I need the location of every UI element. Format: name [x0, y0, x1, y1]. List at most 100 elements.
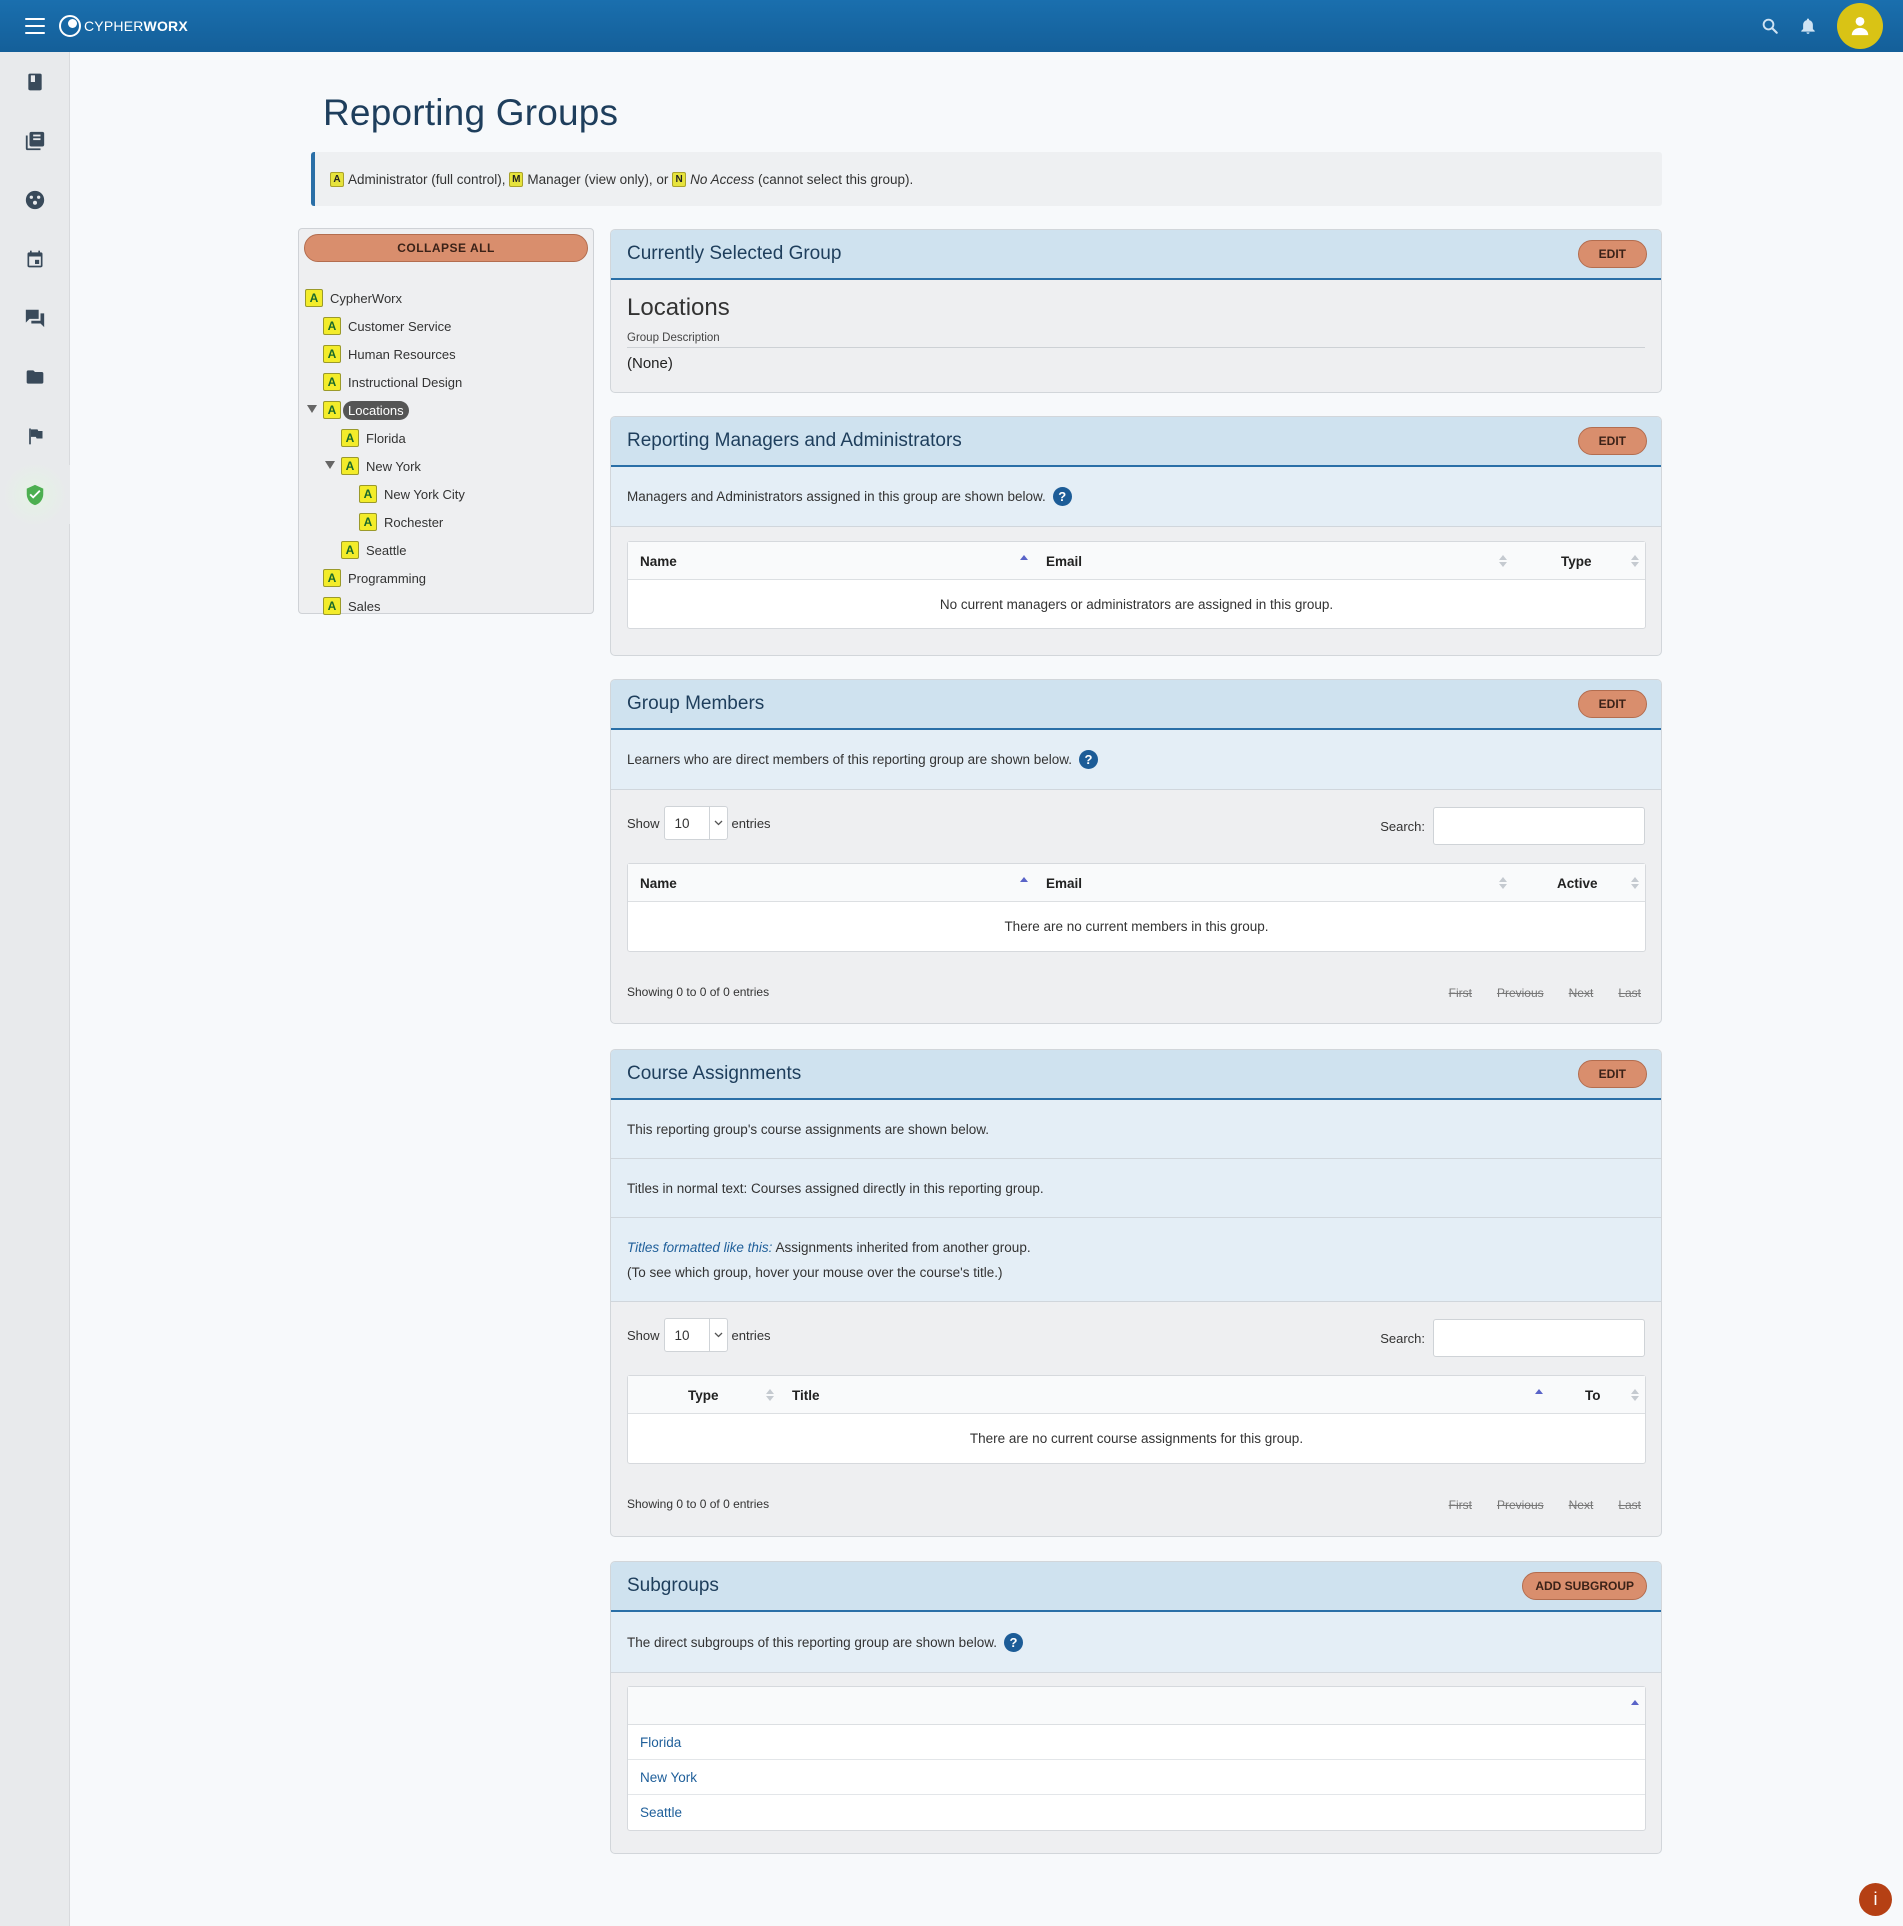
column-header-active[interactable]: Active	[1557, 864, 1637, 902]
entries-label: entries	[731, 815, 771, 831]
entries-per-page-select[interactable]: 10	[663, 806, 728, 840]
column-header-name[interactable]: Name	[640, 542, 1035, 580]
cypherworx-logo[interactable]: CYPHER WORX	[59, 15, 188, 37]
tree-item-programming[interactable]: A Programming	[323, 567, 426, 589]
column-header-subgroup[interactable]	[628, 1687, 1645, 1725]
courses-info-text: Assignments inherited from another group…	[772, 1239, 1031, 1255]
tree-item-locations[interactable]: A Locations	[307, 399, 409, 421]
nav-reports[interactable]	[0, 406, 70, 465]
bell-icon[interactable]	[1789, 7, 1827, 45]
user-avatar[interactable]	[1837, 3, 1883, 49]
sort-icon[interactable]	[1631, 555, 1639, 567]
tree-item-rochester[interactable]: A Rochester	[359, 511, 443, 533]
courses-table: Type Title To There are no current cours…	[627, 1375, 1646, 1464]
help-icon[interactable]: ?	[1003, 1632, 1023, 1652]
members-card: Group Members EDIT Learners who are dire…	[610, 679, 1662, 1024]
sort-asc-icon[interactable]	[1020, 555, 1028, 567]
menu-icon[interactable]	[25, 18, 45, 34]
entries-value: 10	[674, 1327, 690, 1343]
admin-badge-icon: A	[323, 317, 341, 335]
tree-item-florida[interactable]: A Florida	[341, 427, 406, 449]
add-subgroup-button[interactable]: ADD SUBGROUP	[1522, 1572, 1647, 1600]
pager-next[interactable]: Next	[1569, 986, 1594, 1000]
nav-admin[interactable]	[0, 465, 70, 524]
tree-item-new-york-city[interactable]: A New York City	[359, 483, 465, 505]
edit-courses-button[interactable]: EDIT	[1577, 1060, 1647, 1088]
sort-asc-icon[interactable]	[1535, 1389, 1543, 1401]
sort-asc-icon[interactable]	[1020, 877, 1028, 889]
members-search-input[interactable]	[1433, 807, 1645, 845]
nav-forum[interactable]	[0, 288, 70, 347]
sort-icon[interactable]	[766, 1389, 774, 1401]
sort-icon[interactable]	[1499, 555, 1507, 567]
tree-item-sales[interactable]: A Sales	[323, 595, 381, 617]
card-title: Group Members	[627, 693, 765, 714]
column-header-title[interactable]: Title	[792, 1376, 1532, 1414]
courses-info-text: This reporting group's course assignment…	[627, 1121, 990, 1137]
sort-asc-icon[interactable]	[1631, 1700, 1639, 1712]
show-label: Show	[627, 815, 660, 831]
column-header-type[interactable]: Type	[1561, 542, 1641, 580]
nav-library[interactable]	[0, 111, 70, 170]
admin-badge-icon: A	[323, 373, 341, 391]
edit-members-button[interactable]: EDIT	[1577, 690, 1647, 718]
pager-first[interactable]: First	[1449, 1498, 1472, 1512]
nav-skills[interactable]	[0, 170, 70, 229]
manager-legend-label: Manager	[527, 171, 581, 187]
column-header-email[interactable]: Email	[1046, 542, 1516, 580]
tree-item-cypherworx[interactable]: A CypherWorx	[305, 287, 402, 309]
card-title: Course Assignments	[627, 1063, 802, 1084]
noaccess-legend-desc: (cannot select this group).	[754, 171, 914, 187]
column-header-email[interactable]: Email	[1046, 864, 1516, 902]
admin-badge-icon: A	[341, 429, 359, 447]
nav-calendar[interactable]	[0, 229, 70, 288]
courses-search-input[interactable]	[1433, 1319, 1645, 1357]
selected-group-name: Locations	[627, 294, 730, 321]
pager-last[interactable]: Last	[1618, 1498, 1641, 1512]
pager-previous[interactable]: Previous	[1497, 1498, 1544, 1512]
admin-legend-label: Administrator	[348, 171, 428, 187]
courses-info-1: This reporting group's course assignment…	[611, 1100, 1661, 1159]
sort-icon[interactable]	[1631, 877, 1639, 889]
showing-entries-text: Showing 0 to 0 of 0 entries	[627, 985, 770, 999]
info-button[interactable]: i	[1859, 1883, 1892, 1916]
pager-last[interactable]: Last	[1618, 986, 1641, 1000]
tree-item-customer-service[interactable]: A Customer Service	[323, 315, 451, 337]
pager-first[interactable]: First	[1449, 986, 1472, 1000]
tree-item-label: Human Resources	[348, 346, 456, 362]
edit-managers-button[interactable]: EDIT	[1577, 427, 1647, 455]
entries-per-page-select[interactable]: 10	[663, 1318, 728, 1352]
admin-badge-icon: A	[359, 513, 377, 531]
caret-down-icon[interactable]	[307, 405, 317, 413]
tree-item-seattle[interactable]: A Seattle	[341, 539, 406, 561]
edit-group-button[interactable]: EDIT	[1577, 240, 1647, 268]
collapse-all-button[interactable]: COLLAPSE ALL	[304, 234, 588, 262]
card-title: Currently Selected Group	[627, 243, 842, 264]
sort-icon[interactable]	[1631, 1389, 1639, 1401]
palette-icon	[25, 190, 45, 209]
pager-next[interactable]: Next	[1569, 1498, 1594, 1512]
empty-table-message: There are no current course assignments …	[969, 1431, 1304, 1446]
nav-files[interactable]	[0, 347, 70, 406]
tree-item-new-york[interactable]: A New York	[325, 455, 421, 477]
subgroup-link-new-york[interactable]: New York	[628, 1760, 1645, 1795]
sort-icon[interactable]	[1499, 877, 1507, 889]
column-header-to[interactable]: To	[1585, 1376, 1635, 1414]
search-icon[interactable]	[1751, 7, 1789, 45]
subgroup-link-florida[interactable]: Florida	[628, 1725, 1645, 1760]
nav-courses[interactable]	[0, 52, 70, 111]
managers-card: Reporting Managers and Administrators ED…	[610, 416, 1662, 656]
subgroup-link-seattle[interactable]: Seattle	[628, 1795, 1645, 1830]
selected-group-card: Currently Selected Group EDIT Locations …	[610, 229, 1662, 393]
chevron-down-icon	[708, 807, 727, 839]
tree-item-label: New York	[366, 458, 421, 474]
tree-item-instructional-design[interactable]: A Instructional Design	[323, 371, 462, 393]
pager-previous[interactable]: Previous	[1497, 986, 1544, 1000]
column-header-name[interactable]: Name	[640, 864, 1035, 902]
help-icon[interactable]: ?	[1052, 487, 1072, 506]
help-icon[interactable]: ?	[1078, 750, 1098, 769]
tree-item-human-resources[interactable]: A Human Resources	[323, 343, 456, 365]
subgroups-card: Subgroups ADD SUBGROUP The direct subgro…	[610, 1561, 1662, 1854]
members-pagination: First Previous Next Last	[1424, 986, 1641, 1000]
caret-down-icon[interactable]	[325, 461, 335, 469]
